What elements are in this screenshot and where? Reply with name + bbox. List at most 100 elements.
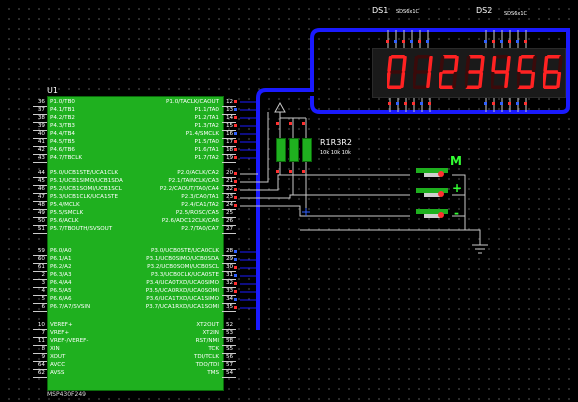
mcu-pin-number: 31 bbox=[226, 272, 234, 278]
mcu-pin-name: P6.5/A5 bbox=[50, 288, 72, 294]
mcu-pin-name: P2.2/CAOUT/TA0/CA4 bbox=[159, 186, 219, 192]
mcu-pin-name: P4.3/TB3 bbox=[50, 123, 75, 129]
mcu-pin-name: P5.4/MCLK bbox=[50, 202, 80, 208]
mcu-pin-number: 50 bbox=[37, 218, 45, 224]
mcu-pin-number: 52 bbox=[226, 322, 234, 328]
mcu-pin-name: P5.7/TBOUTH/SVSOUT bbox=[50, 226, 113, 232]
button-m[interactable] bbox=[412, 168, 452, 182]
mcu-pin-name: VEREF+ bbox=[50, 322, 73, 328]
mcu-pin-number: 13 bbox=[226, 107, 234, 113]
mcu-pin-lead bbox=[222, 162, 236, 163]
mcu-pin-number: 64 bbox=[37, 362, 45, 368]
mcu-pin-name: XIN bbox=[50, 346, 60, 352]
mcu-pin-name: P6.6/A6 bbox=[50, 296, 72, 302]
mcu-pin-name: P1.0/TB0 bbox=[50, 99, 75, 105]
mcu-pin-name: P1.7/TA2 bbox=[194, 155, 219, 161]
mcu-pin-lead bbox=[33, 377, 47, 378]
mcu-pin-number: 21 bbox=[226, 178, 234, 184]
mcu-pin-number: 8 bbox=[41, 346, 45, 352]
mcu-pin-name: VREF+ bbox=[50, 330, 70, 336]
mcu-pin-lead bbox=[33, 162, 47, 163]
mcu-pin-name: P3.4/UCA0TXD/UCA0SIMO bbox=[146, 280, 219, 286]
resistor-refs: R1R3R2 bbox=[320, 138, 352, 147]
mcu-pin-name: XOUT bbox=[50, 354, 66, 360]
mcu-pin-name: TCK bbox=[208, 346, 219, 352]
mcu-pin-number: 47 bbox=[37, 194, 45, 200]
mcu-pin-lead bbox=[222, 377, 236, 378]
mcu-pin-number: 46 bbox=[37, 186, 45, 192]
mcu-pin-number: 51 bbox=[37, 226, 45, 232]
mcu-pin-number: 45 bbox=[37, 178, 45, 184]
mcu-pin-name: P4.4/TB4 bbox=[50, 131, 75, 137]
mcu-pin-lead bbox=[222, 233, 236, 234]
mcu-pin-number: 15 bbox=[226, 123, 234, 129]
mcu-pin-number: 62 bbox=[37, 370, 45, 376]
ds1-label: DS1 bbox=[372, 6, 389, 15]
mcu-pin-number: 61 bbox=[37, 264, 45, 270]
mcu-pin-name: AVSS bbox=[50, 370, 65, 376]
mcu-pin-name: P2.4/CA1/TA2 bbox=[181, 202, 219, 208]
mcu-pin-name: XT2OUT bbox=[196, 322, 219, 328]
mcu-pin-number: 20 bbox=[226, 170, 234, 176]
mcu-pin-number: 23 bbox=[226, 194, 234, 200]
seven-seg-digit: 1 bbox=[411, 55, 435, 95]
mcu-pin-number: 25 bbox=[226, 210, 234, 216]
mcu-pin-name: P5.5/SMCLK bbox=[50, 210, 84, 216]
resistor-r2[interactable] bbox=[302, 138, 312, 162]
mcu-pin-name: TDI/TCLK bbox=[193, 354, 219, 360]
mcu-pin-name: P5.2/UCB1SOMI/UCB1SCL bbox=[50, 186, 122, 192]
mcu-pin-name: P3.7/UCA1RXD/UCA1SOMI bbox=[145, 304, 219, 310]
mcu-pin-number: 12 bbox=[226, 99, 234, 105]
seven-seg-digit: 6 bbox=[541, 55, 565, 95]
mcu-pin-number: 41 bbox=[37, 139, 45, 145]
mcu-pin-number: 14 bbox=[226, 115, 234, 121]
mcu-pin-name: P6.0/A0 bbox=[50, 248, 72, 254]
mcu-pin-name: P3.5/UCA0RXD/UCA0SOMI bbox=[145, 288, 219, 294]
mcu-pin-name: P3.6/UCA1TXD/UCA1SIMO bbox=[146, 296, 219, 302]
mcu-pin-name: P3.0/UCB0STE/UCA0CLK bbox=[150, 248, 219, 254]
mcu-pin-name: VREF-/VEREF- bbox=[50, 338, 89, 344]
mcu-pin-number: 56 bbox=[226, 354, 234, 360]
seven-seg-digit: 5 bbox=[515, 55, 539, 95]
schematic-canvas[interactable]: R1R3R2 10k 10k 10k 0123456 DS1 SDS6x1C D… bbox=[0, 0, 578, 402]
mcu-pin-name: P4.7/TBCLK bbox=[50, 155, 83, 161]
resistor-r3[interactable] bbox=[289, 138, 299, 162]
mcu-pin-number: 57 bbox=[226, 362, 234, 368]
mcu-pin-number: 53 bbox=[226, 330, 234, 336]
mcu-pin-number: 44 bbox=[37, 170, 45, 176]
mcu-pin-name: P1.6/TA1 bbox=[194, 147, 219, 153]
mcu-pin-name: P2.1/TAINCLK/CA3 bbox=[168, 178, 219, 184]
mcu-pin-name: P1.0/TACLK/CAOUT bbox=[166, 99, 219, 105]
mcu-pin-name: P3.2/UCB0SOMI/UCB0SCL bbox=[147, 264, 219, 270]
button-plus[interactable] bbox=[412, 188, 452, 202]
mcu-pin-number: 42 bbox=[37, 147, 45, 153]
mcu-pin-lead bbox=[33, 311, 47, 312]
mcu-pin-name: P4.5/TB5 bbox=[50, 139, 75, 145]
mcu-pin-number: 55 bbox=[226, 346, 234, 352]
mcu-pin-number: 3 bbox=[41, 280, 45, 286]
mcu-pin-name: P1.1/TA0 bbox=[194, 107, 219, 113]
seven-seg-display[interactable]: 0123456 bbox=[372, 48, 566, 98]
mcu-pin-number: 54 bbox=[226, 370, 234, 376]
mcu-pin-number: 36 bbox=[37, 99, 45, 105]
button-plus-label: + bbox=[452, 181, 463, 195]
mcu-pin-number: 60 bbox=[37, 256, 45, 262]
button-minus[interactable] bbox=[412, 209, 452, 223]
mcu-pin-number: 6 bbox=[41, 304, 45, 310]
mcu-pin-number: 30 bbox=[226, 264, 234, 270]
mcu-pin-number: 58 bbox=[226, 338, 234, 344]
mcu-pin-number: 59 bbox=[37, 248, 45, 254]
mcu-pin-number: 7 bbox=[41, 330, 45, 336]
mcu-pin-name: P2.7/TA0/CA7 bbox=[181, 226, 219, 232]
mcu-pin-number: 2 bbox=[41, 272, 45, 278]
resistor-r1[interactable] bbox=[276, 138, 286, 162]
mcu-pin-name: P1.5/TA0 bbox=[194, 139, 219, 145]
mcu-pin-number: 24 bbox=[226, 202, 234, 208]
mcu-pin-name: P5.0/UCB1STE/UCA1CLK bbox=[50, 170, 119, 176]
mcu-pin-number: 5 bbox=[41, 296, 45, 302]
mcu-pin-number: 17 bbox=[226, 139, 234, 145]
mcu-pin-name: TMS bbox=[207, 370, 219, 376]
mcu-pin-number: 38 bbox=[37, 115, 45, 121]
mcu-pin-name: P4.1/TB1 bbox=[50, 107, 75, 113]
mcu-pin-number: 35 bbox=[226, 304, 234, 310]
